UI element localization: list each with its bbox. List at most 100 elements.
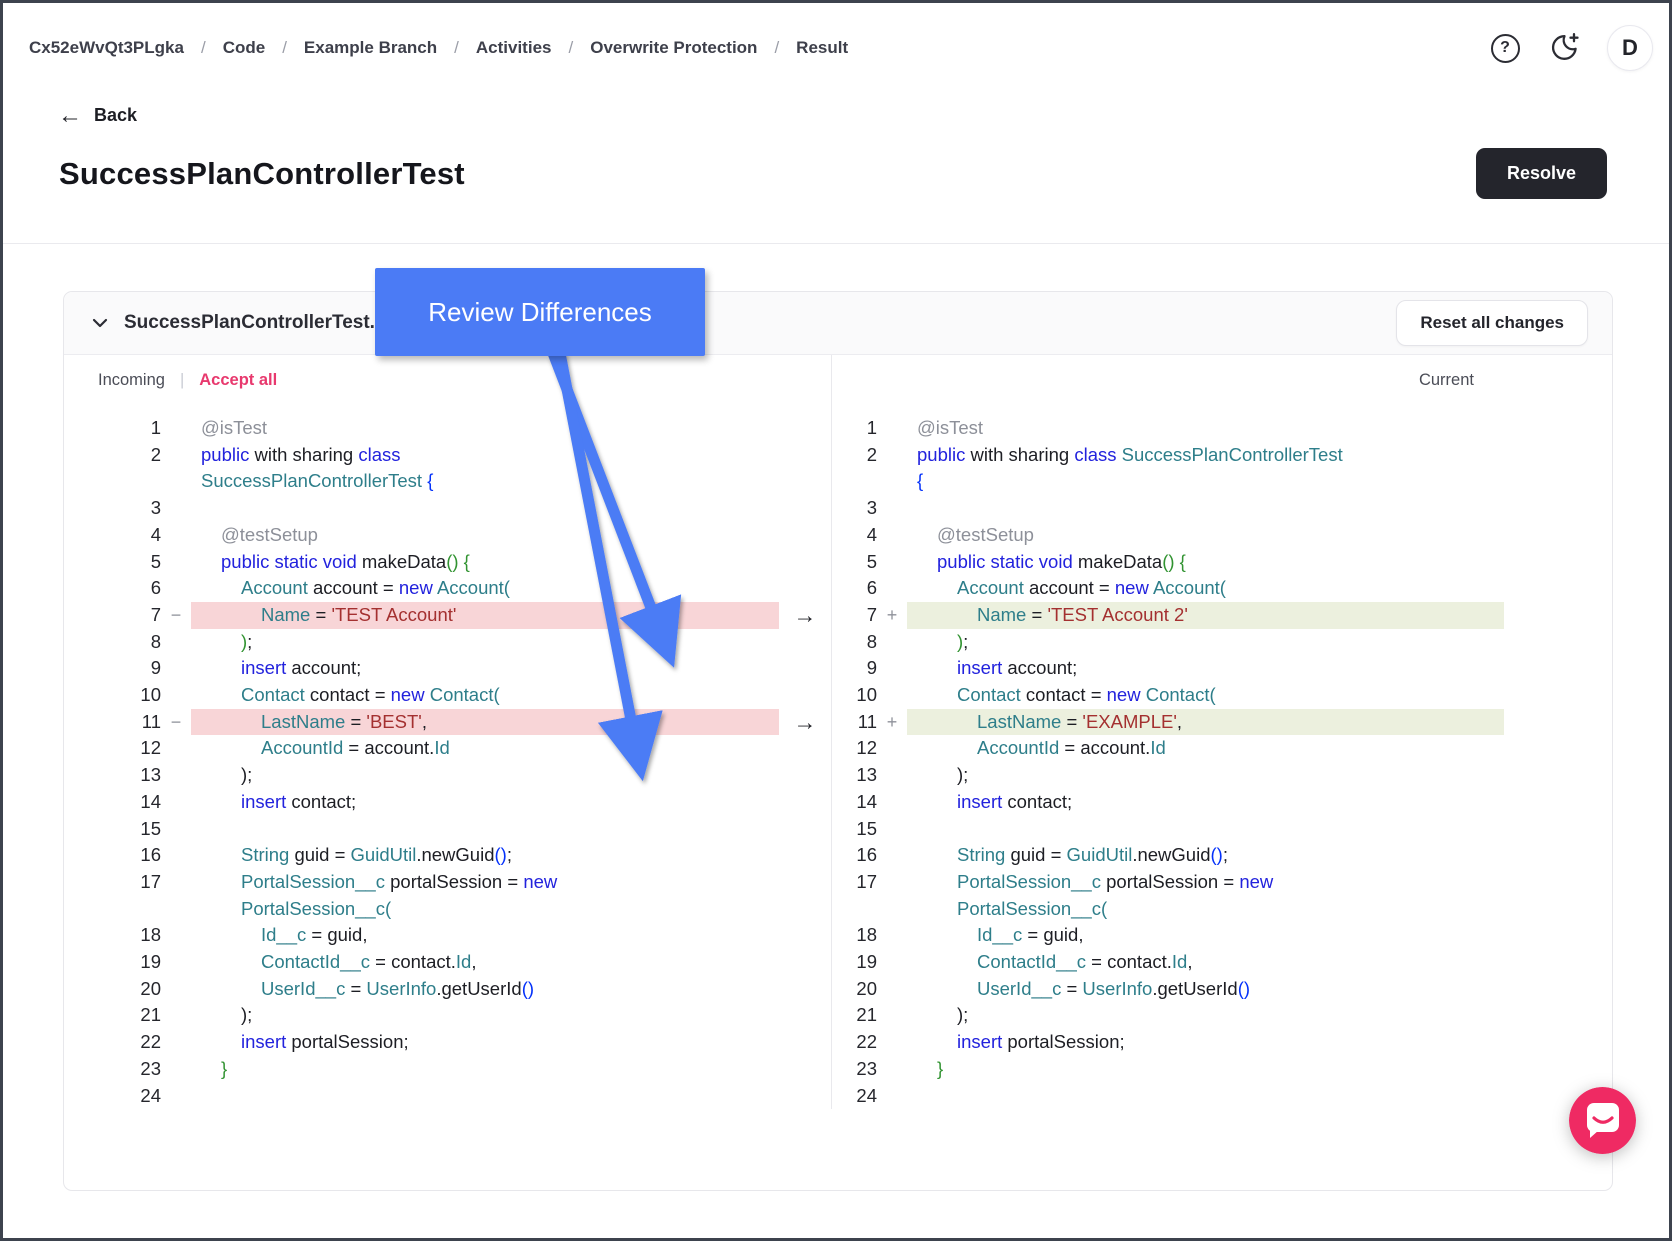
diff-view: Incoming | Accept all 1@isTest2public wi… [64, 355, 1612, 1109]
removed-line-marker: − [161, 602, 191, 629]
accept-all-button[interactable]: Accept all [199, 371, 277, 390]
breadcrumb-item[interactable]: Overwrite Protection [590, 38, 757, 58]
title-row: SuccessPlanControllerTest Resolve [59, 148, 1607, 199]
code-line: ); [191, 1002, 779, 1029]
diff-row-right-4: 4@testSetup [832, 522, 1504, 549]
line-number: 10 [832, 682, 877, 709]
chat-launcher-button[interactable] [1569, 1087, 1636, 1154]
line-number: 11 [64, 709, 161, 736]
line-number: 16 [64, 842, 161, 869]
line-number: 14 [64, 789, 161, 816]
dark-mode-button[interactable] [1548, 32, 1580, 64]
diff-row-left-1: 1@isTest [64, 415, 779, 442]
code-line: Id__c = guid, [907, 922, 1504, 949]
code-line: Account account = new Account( [191, 575, 779, 602]
section-divider [3, 243, 1669, 244]
line-number: 18 [832, 922, 877, 949]
code-line: UserId__c = UserInfo.getUserId() [191, 976, 779, 1003]
diff-row-left-21: 21); [64, 1002, 779, 1029]
apply-change-arrow-button[interactable]: → [779, 602, 831, 629]
diff-row-left-16: 16 String guid = GuidUtil.newGuid(); [64, 842, 779, 869]
back-label: Back [94, 105, 137, 126]
line-number: 13 [832, 762, 877, 789]
line-number: 5 [64, 549, 161, 576]
line-number: 1 [832, 415, 877, 442]
breadcrumb-item[interactable]: Activities [476, 38, 552, 58]
breadcrumb-item[interactable]: Code [223, 38, 266, 58]
apply-change-arrow-button[interactable]: → [779, 709, 831, 736]
diff-row-right-20: 20 UserId__c = UserInfo.getUserId() [832, 976, 1504, 1003]
code-line: @isTest [907, 415, 1504, 442]
line-number: 7 [832, 602, 877, 629]
top-bar: Cx52eWvQt3PLgka/Code/Example Branch/Acti… [3, 3, 1669, 71]
diff-row-right-12: 12AccountId = account.Id [832, 735, 1504, 762]
line-number: 1 [64, 415, 161, 442]
diff-row-right-24: 24 [832, 1083, 1504, 1110]
line-number: 15 [832, 816, 877, 843]
breadcrumb-separator: / [774, 38, 779, 58]
user-avatar[interactable]: D [1607, 25, 1653, 71]
diff-row-left-4: 4@testSetup [64, 522, 779, 549]
current-label: Current [1419, 371, 1474, 390]
incoming-code: 1@isTest2public with sharing classSucces… [64, 397, 779, 1109]
line-number: 15 [64, 816, 161, 843]
code-line: public with sharing class SuccessPlanCon… [907, 442, 1504, 469]
code-line: String guid = GuidUtil.newGuid(); [191, 842, 779, 869]
diff-row-right-wrap: PortalSession__c( [832, 896, 1504, 923]
code-line: ); [191, 762, 779, 789]
diff-row-left-9: 9insert account; [64, 655, 779, 682]
line-number: 13 [64, 762, 161, 789]
app-window: Cx52eWvQt3PLgka/Code/Example Branch/Acti… [0, 0, 1672, 1241]
diff-row-left-13: 13); [64, 762, 779, 789]
help-button[interactable]: ? [1489, 32, 1521, 64]
chevron-down-icon[interactable] [90, 313, 110, 333]
header-divider: | [180, 371, 184, 390]
line-number: 21 [64, 1002, 161, 1029]
code-line: ); [907, 762, 1504, 789]
file-name: SuccessPlanControllerTest.cls [124, 312, 401, 334]
back-button[interactable]: ← Back [58, 105, 1669, 126]
diff-gutter: →→ [779, 355, 831, 1109]
breadcrumb-item[interactable]: Result [796, 38, 848, 58]
code-line: insert account; [191, 655, 779, 682]
diff-row-right-23: 23} [832, 1056, 1504, 1083]
resolve-button[interactable]: Resolve [1476, 148, 1607, 199]
line-number: 3 [832, 495, 877, 522]
diff-row-right-11: 11+LastName = 'EXAMPLE', [832, 709, 1504, 736]
code-line: ContactId__c = contact.Id, [907, 949, 1504, 976]
diff-row-left-18: 18Id__c = guid, [64, 922, 779, 949]
diff-row-left-10: 10Contact contact = new Contact( [64, 682, 779, 709]
diff-row-left-12: 12AccountId = account.Id [64, 735, 779, 762]
code-line: Name = 'TEST Account' [191, 602, 779, 629]
current-pane-header: Current [832, 355, 1504, 397]
diff-row-right-2: 2public with sharing class SuccessPlanCo… [832, 442, 1504, 469]
code-line: Name = 'TEST Account 2' [907, 602, 1504, 629]
review-differences-callout: Review Differences [375, 268, 705, 356]
line-number: 23 [64, 1056, 161, 1083]
diff-row-left-2: 2public with sharing class [64, 442, 779, 469]
line-number: 5 [832, 549, 877, 576]
code-line: String guid = GuidUtil.newGuid(); [907, 842, 1504, 869]
breadcrumb-separator: / [282, 38, 287, 58]
reset-all-changes-button[interactable]: Reset all changes [1396, 300, 1588, 346]
chat-bubble-icon [1587, 1103, 1619, 1132]
line-number: 22 [64, 1029, 161, 1056]
line-number: 20 [832, 976, 877, 1003]
breadcrumb-item[interactable]: Cx52eWvQt3PLgka [29, 38, 184, 58]
code-line: SuccessPlanControllerTest { [191, 468, 779, 495]
diff-row-right-13: 13); [832, 762, 1504, 789]
code-line: Contact contact = new Contact( [907, 682, 1504, 709]
code-line: Id__c = guid, [191, 922, 779, 949]
diff-row-right-22: 22insert portalSession; [832, 1029, 1504, 1056]
diff-row-left-14: 14insert contact; [64, 789, 779, 816]
incoming-pane: Incoming | Accept all 1@isTest2public wi… [64, 355, 779, 1109]
code-line: insert contact; [907, 789, 1504, 816]
code-line: UserId__c = UserInfo.getUserId() [907, 976, 1504, 1003]
breadcrumb: Cx52eWvQt3PLgka/Code/Example Branch/Acti… [29, 38, 848, 58]
top-icons: ? D [1489, 25, 1653, 71]
diff-row-left-wrap: SuccessPlanControllerTest { [64, 468, 779, 495]
breadcrumb-item[interactable]: Example Branch [304, 38, 437, 58]
code-line: { [907, 468, 1504, 495]
back-arrow-icon: ← [58, 106, 82, 126]
code-line: public static void makeData() { [191, 549, 779, 576]
